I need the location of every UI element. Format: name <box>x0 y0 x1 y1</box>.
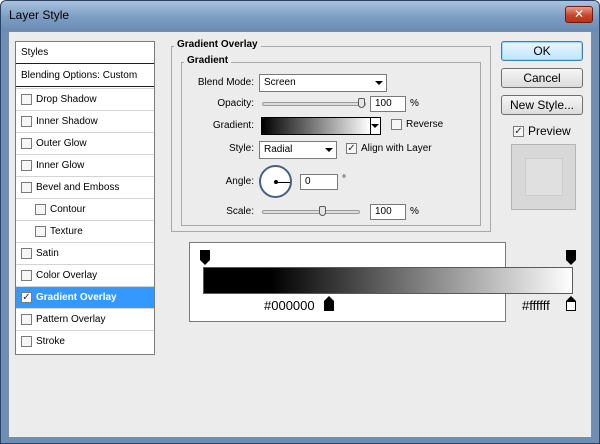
scale-input[interactable]: 100 <box>370 204 406 220</box>
window-title: Layer Style <box>9 8 70 22</box>
scale-label: Scale: <box>226 206 254 217</box>
blend-mode-label: Blend Mode: <box>197 77 254 88</box>
opacity-unit: % <box>410 98 419 109</box>
style-value: Radial <box>264 144 293 155</box>
end-color-hex: #ffffff <box>522 298 550 313</box>
style-item-inner-glow[interactable]: Inner Glow <box>16 154 154 176</box>
style-preview <box>511 144 576 210</box>
style-item-contour[interactable]: Contour <box>16 198 154 220</box>
styles-header[interactable]: Styles <box>16 42 154 64</box>
start-color-hex: #000000 <box>264 298 315 313</box>
preview-checkbox[interactable]: ✓ <box>513 125 524 137</box>
gradient-overlay-checkbox[interactable]: ✓ <box>21 292 32 303</box>
satin-checkbox[interactable] <box>21 248 32 259</box>
blend-mode-value: Screen <box>264 77 296 88</box>
style-item-color-overlay[interactable]: Color Overlay <box>16 264 154 286</box>
style-item-outer-glow[interactable]: Outer Glow <box>16 132 154 154</box>
bevel-emboss-checkbox[interactable] <box>21 182 32 193</box>
style-item-label: Stroke <box>36 336 65 347</box>
layer-style-dialog: Layer Style ✕ Styles Blending Options: C… <box>0 0 600 444</box>
chevron-down-icon <box>325 148 333 152</box>
color-stop-start[interactable] <box>324 296 334 311</box>
reverse-label: Reverse <box>406 119 444 130</box>
texture-checkbox[interactable] <box>35 226 46 237</box>
scale-unit: % <box>410 206 419 217</box>
title-bar[interactable]: Layer Style ✕ <box>1 1 599 31</box>
scale-slider-thumb[interactable] <box>319 206 326 216</box>
opacity-slider-thumb[interactable] <box>358 98 365 108</box>
angle-indicator <box>276 182 290 183</box>
gradient-swatch[interactable] <box>261 117 371 135</box>
style-item-drop-shadow[interactable]: Drop Shadow <box>16 88 154 110</box>
pattern-overlay-checkbox[interactable] <box>21 314 32 325</box>
gradient-editor: #000000 #ffffff <box>189 242 576 322</box>
inner-shadow-checkbox[interactable] <box>21 116 32 127</box>
gradient-bar[interactable] <box>203 267 573 294</box>
gradient-group-title: Gradient <box>184 55 232 66</box>
reverse-option[interactable]: Reverse <box>391 119 443 130</box>
style-item-pattern-overlay[interactable]: Pattern Overlay <box>16 308 154 330</box>
blending-options[interactable]: Blending Options: Custom <box>16 65 154 87</box>
stroke-checkbox[interactable] <box>21 336 32 347</box>
angle-input[interactable]: 0 <box>300 174 338 190</box>
close-button[interactable]: ✕ <box>565 6 593 23</box>
cancel-button[interactable]: Cancel <box>501 68 583 88</box>
reverse-checkbox[interactable] <box>391 119 402 130</box>
style-item-bevel-emboss[interactable]: Bevel and Emboss <box>16 176 154 198</box>
style-preview-swatch <box>525 158 563 196</box>
opacity-stop-right[interactable] <box>566 250 576 265</box>
opacity-slider[interactable] <box>262 98 366 108</box>
angle-unit: ° <box>342 174 346 185</box>
style-item-label: Texture <box>50 226 83 237</box>
contour-checkbox[interactable] <box>35 204 46 215</box>
chevron-down-icon <box>375 81 383 85</box>
style-item-label: Bevel and Emboss <box>36 182 120 193</box>
color-overlay-checkbox[interactable] <box>21 270 32 281</box>
new-style-button[interactable]: New Style... <box>501 95 583 115</box>
gradient-picker-button[interactable] <box>370 117 381 135</box>
style-item-satin[interactable]: Satin <box>16 242 154 264</box>
inner-glow-checkbox[interactable] <box>21 160 32 171</box>
angle-dial[interactable] <box>259 165 292 198</box>
style-item-label: Inner Shadow <box>36 116 98 127</box>
preview-label: Preview <box>528 124 571 138</box>
style-item-label: Drop Shadow <box>36 94 97 105</box>
styles-list: Styles Blending Options: Custom Drop Sha… <box>15 41 155 355</box>
align-with-layer-label: Align with Layer <box>361 143 432 154</box>
style-item-gradient-overlay[interactable]: ✓ Gradient Overlay <box>16 286 154 308</box>
outer-glow-checkbox[interactable] <box>21 138 32 149</box>
style-item-texture[interactable]: Texture <box>16 220 154 242</box>
style-item-label: Outer Glow <box>36 138 87 149</box>
opacity-label: Opacity: <box>217 98 254 109</box>
style-select[interactable]: Radial <box>259 141 337 159</box>
preview-option[interactable]: ✓ Preview <box>513 124 571 138</box>
gradient-label: Gradient: <box>212 120 254 131</box>
style-label: Style: <box>228 143 254 154</box>
gradient-overlay-title: Gradient Overlay <box>174 39 261 50</box>
blend-mode-select[interactable]: Screen <box>259 74 387 92</box>
opacity-input[interactable]: 100 <box>370 96 406 112</box>
chevron-down-icon <box>371 124 379 128</box>
ok-button[interactable]: OK <box>501 41 583 61</box>
style-item-label: Inner Glow <box>36 160 85 171</box>
style-item-label: Gradient Overlay <box>36 292 117 303</box>
drop-shadow-checkbox[interactable] <box>21 94 32 105</box>
style-item-label: Contour <box>50 204 86 215</box>
style-item-stroke[interactable]: Stroke <box>16 330 154 352</box>
style-item-inner-shadow[interactable]: Inner Shadow <box>16 110 154 132</box>
style-item-label: Satin <box>36 248 59 259</box>
color-stop-end[interactable] <box>566 296 576 311</box>
align-with-layer-option[interactable]: ✓ Align with Layer <box>346 143 432 154</box>
opacity-stop-left[interactable] <box>200 250 210 265</box>
dialog-body: Styles Blending Options: Custom Drop Sha… <box>8 31 592 438</box>
style-item-label: Pattern Overlay <box>36 314 106 325</box>
style-item-label: Color Overlay <box>36 270 98 281</box>
align-with-layer-checkbox[interactable]: ✓ <box>346 143 357 154</box>
angle-label: Angle: <box>225 176 254 187</box>
scale-slider[interactable] <box>262 206 360 216</box>
